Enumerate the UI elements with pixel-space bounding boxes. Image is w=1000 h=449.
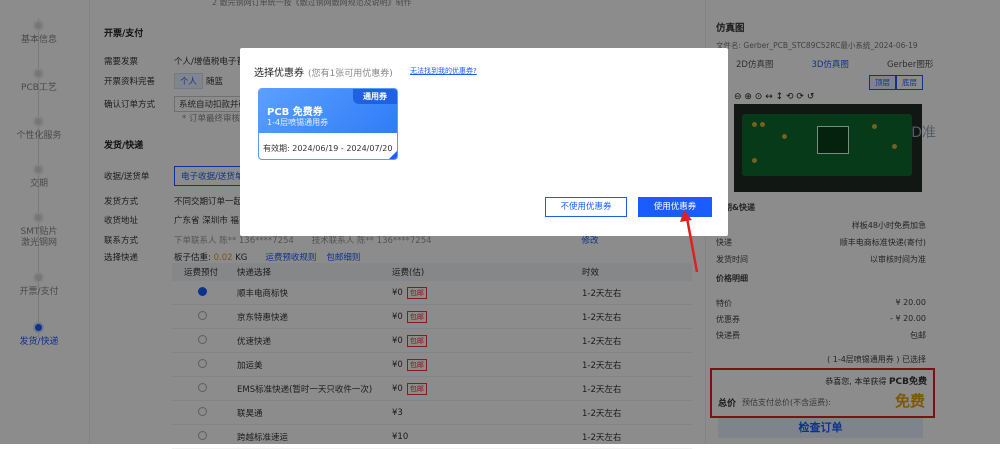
annotation-arrow (680, 210, 699, 273)
